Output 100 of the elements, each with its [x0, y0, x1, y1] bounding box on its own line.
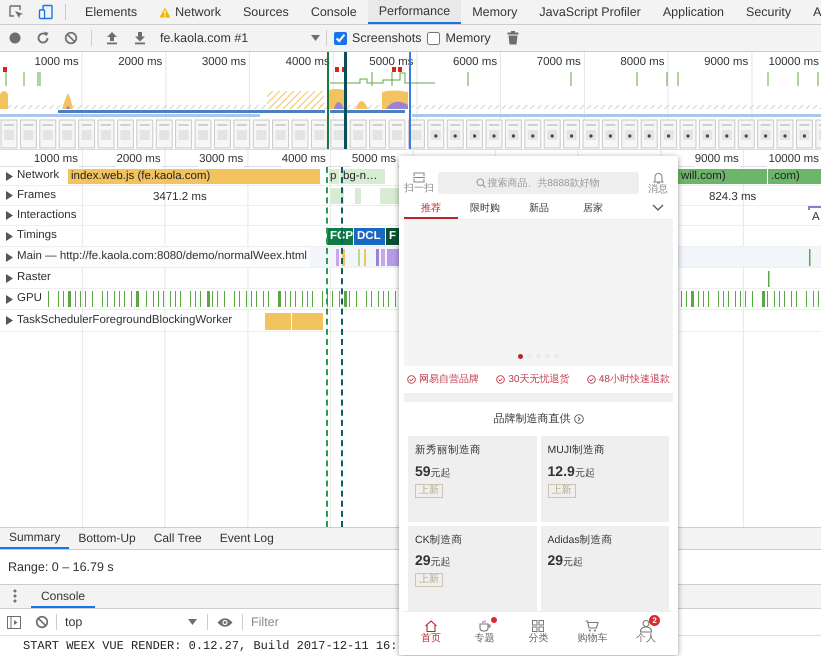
profile-select[interactable]: fe.kaola.com #1 [156, 27, 324, 49]
track-label[interactable]: GPU [17, 290, 42, 308]
brand-card[interactable]: 新秀丽制造商 59元起 上新 [408, 436, 536, 522]
home-icon [424, 619, 438, 633]
panel-tab[interactable]: JavaScript Profiler [528, 0, 652, 24]
details-tab[interactable]: Event Log [210, 527, 283, 549]
category-tab[interactable]: 限时购 [458, 199, 512, 219]
nav-tab[interactable]: 专题 [460, 619, 509, 644]
inspect-icon[interactable] [8, 4, 24, 20]
range-text: Range: 0 – 16.79 s [8, 558, 114, 576]
device-icon[interactable] [38, 4, 54, 20]
panel-tab[interactable]: Console [300, 0, 368, 24]
brand-card[interactable]: Adidas制造商 29元起 [540, 526, 669, 611]
promise-label: 网易自营品牌 [419, 372, 479, 387]
person-icon [639, 619, 654, 633]
track-label[interactable]: Interactions [17, 206, 76, 224]
expand-icon[interactable] [5, 294, 13, 304]
clear-icon[interactable] [35, 615, 49, 629]
download-icon[interactable] [133, 31, 147, 45]
eye-icon[interactable] [217, 616, 233, 628]
track-label[interactable]: Frames [17, 186, 56, 204]
panel-tab[interactable]: Memory [461, 0, 528, 24]
expand-icon[interactable] [5, 211, 13, 220]
upload-icon[interactable] [105, 31, 119, 45]
expand-icon[interactable] [5, 191, 13, 200]
interaction-bracket [808, 206, 821, 210]
brand-card[interactable]: CK制造商 29元起 上新 [408, 526, 536, 611]
interaction-label: A [812, 210, 820, 225]
panel-tab[interactable]: Security [735, 0, 802, 24]
checkbox[interactable] [427, 32, 440, 44]
dropped-frame-marker [335, 67, 339, 72]
search-icon [476, 178, 486, 188]
checkbox[interactable] [334, 32, 347, 44]
ruler-label: 4000 ms [280, 151, 327, 168]
category-tab[interactable]: 新品 [512, 199, 566, 219]
track-label[interactable]: Network [17, 167, 60, 185]
dropped-frame-marker [392, 67, 396, 72]
trash-icon[interactable] [506, 31, 519, 45]
scan-label: 扫一扫 [404, 184, 434, 194]
expand-icon[interactable] [5, 274, 13, 282]
ruler-label: 3000 ms [198, 151, 244, 168]
panel-tab[interactable]: Network [148, 0, 232, 24]
search-field[interactable]: 搜索商品、共8888款好物 [438, 172, 639, 194]
details-tab[interactable]: Summary [0, 527, 70, 549]
price: 29 [415, 551, 431, 570]
more-icon[interactable] [13, 589, 17, 603]
checkbox-label[interactable]: Memory [445, 28, 491, 48]
expand-icon[interactable] [5, 172, 13, 180]
ruler-label: 5000 ms [350, 151, 397, 168]
brand-name: Adidas制造商 [548, 532, 613, 548]
price: 12.9 [548, 462, 575, 481]
category-tab[interactable]: 居家 [566, 199, 620, 219]
brand-name: CK制造商 [415, 532, 463, 548]
nav-tab[interactable]: 购物车 [568, 619, 616, 644]
raster-tick [768, 270, 770, 287]
nav-tab[interactable]: 首页 [406, 619, 455, 644]
context-select[interactable]: top [61, 611, 201, 633]
new-tag: 上新 [415, 484, 443, 498]
dropped-frame-marker [398, 67, 402, 72]
drawer-tab[interactable]: Console [31, 586, 96, 608]
price-unit: 元起 [563, 556, 584, 570]
price-unit: 元起 [430, 556, 451, 570]
brand-card[interactable]: MUJI制造商 12.9元起 上新 [540, 436, 669, 522]
new-tag: 上新 [415, 573, 443, 588]
category-icon [531, 619, 546, 633]
reload-icon[interactable] [36, 31, 50, 45]
brand-name: 新秀丽制造商 [415, 443, 481, 458]
track-label[interactable]: Timings [17, 227, 57, 245]
panel-tab[interactable]: Sources [232, 0, 300, 24]
details-tab[interactable]: Call Tree [144, 527, 211, 549]
track-label[interactable]: Raster [17, 269, 51, 287]
price-unit: 元起 [574, 466, 595, 481]
notification-badge: 2 [649, 615, 660, 626]
ruler-label: 1000 ms [32, 151, 79, 168]
bell-icon [652, 172, 664, 184]
topic-icon [478, 619, 492, 633]
arrow-circle-icon[interactable] [574, 414, 584, 424]
promise-label: 30天无忧退货 [508, 372, 570, 387]
panel-tab[interactable]: Application [652, 0, 735, 24]
nav-tab[interactable]: 分类 [514, 619, 562, 644]
clear-icon[interactable] [64, 31, 78, 45]
expand-icon[interactable] [5, 252, 13, 262]
checkbox-label[interactable]: Screenshots [352, 28, 422, 48]
chevron-icon[interactable] [652, 204, 664, 211]
expand-icon[interactable] [5, 232, 13, 240]
panel-tab[interactable]: Performance [368, 0, 462, 24]
timing-marker: F [386, 228, 399, 245]
panel-tab[interactable]: Elements [74, 0, 148, 24]
section-title: 品牌制造商直供 [494, 412, 570, 427]
dropped-frame-marker [3, 67, 7, 72]
scan-icon [413, 172, 425, 183]
frame-duration: 3471.2 ms [153, 190, 207, 205]
check-circle-icon [407, 375, 416, 384]
details-tab[interactable]: Bottom-Up [69, 527, 145, 549]
expand-icon[interactable] [5, 316, 13, 325]
track-label[interactable]: TaskSchedulerForegroundBlockingWorker [17, 312, 232, 330]
sidebar-icon[interactable] [7, 616, 21, 628]
caret-icon [188, 619, 197, 625]
record-icon[interactable] [8, 31, 22, 45]
check-circle-icon [586, 375, 596, 384]
